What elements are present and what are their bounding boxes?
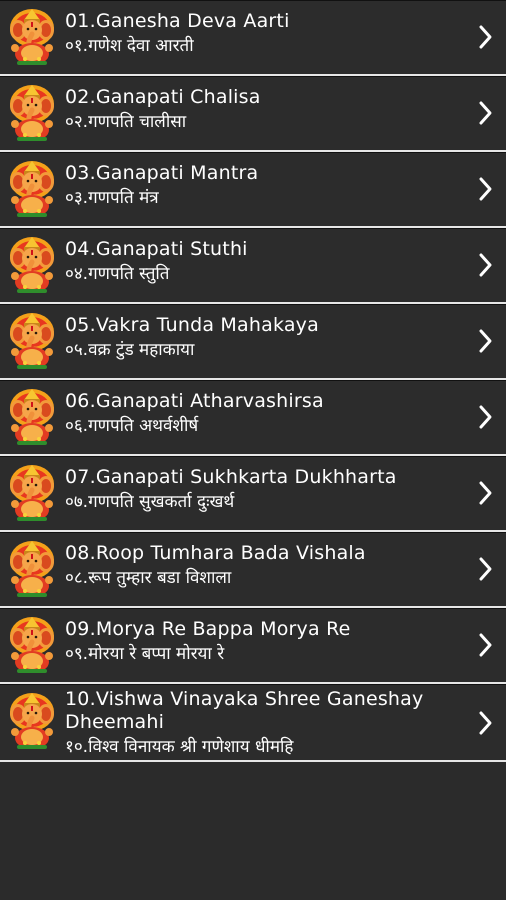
item-texts: 07.Ganapati Sukhkarta Dukhharta ०७.गणपति…	[65, 466, 466, 513]
list-item-4[interactable]: 04.Ganapati Stuthi ०४.गणपति स्तुति	[0, 228, 506, 304]
item-title: 02.Ganapati Chalisa	[65, 86, 261, 108]
item-title: 09.Morya Re Bappa Morya Re	[65, 618, 351, 640]
ganesha-icon	[7, 464, 57, 522]
song-list: 01.Ganesha Deva Aarti ०१.गणेश देवा आरती	[0, 0, 506, 762]
chevron-right-icon[interactable]	[478, 480, 494, 506]
ganesha-icon	[7, 692, 57, 750]
ganesha-icon	[7, 540, 57, 598]
list-item-6[interactable]: 06.Ganapati Atharvashirsa ०६.गणपति अथर्व…	[0, 380, 506, 456]
ganesha-icon	[7, 236, 57, 294]
item-subtitle: ०९.मोरया रे बप्पा मोरया रे	[65, 644, 225, 664]
list-item-5[interactable]: 05.Vakra Tunda Mahakaya ०५.वक्र टुंड महा…	[0, 304, 506, 380]
item-title: 07.Ganapati Sukhkarta Dukhharta	[65, 466, 397, 488]
item-texts: 09.Morya Re Bappa Morya Re ०९.मोरया रे ब…	[65, 618, 466, 665]
item-subtitle: १०.विश्व विनायक श्री गणेशाय धीमहि	[65, 737, 294, 757]
list-item-7[interactable]: 07.Ganapati Sukhkarta Dukhharta ०७.गणपति…	[0, 456, 506, 532]
item-texts: 05.Vakra Tunda Mahakaya ०५.वक्र टुंड महा…	[65, 314, 466, 361]
item-texts: 01.Ganesha Deva Aarti ०१.गणेश देवा आरती	[65, 10, 466, 57]
item-title: 10.Vishwa Vinayaka Shree Ganeshay Dheema…	[65, 688, 424, 733]
item-subtitle: ०६.गणपति अथर्वशीर्ष	[65, 416, 199, 436]
item-texts: 04.Ganapati Stuthi ०४.गणपति स्तुति	[65, 238, 466, 285]
item-title: 01.Ganesha Deva Aarti	[65, 10, 290, 32]
item-title: 04.Ganapati Stuthi	[65, 238, 248, 260]
chevron-right-icon[interactable]	[478, 632, 494, 658]
list-item-9[interactable]: 09.Morya Re Bappa Morya Re ०९.मोरया रे ब…	[0, 608, 506, 684]
list-item-10[interactable]: 10.Vishwa Vinayaka Shree Ganeshay Dheema…	[0, 684, 506, 762]
item-subtitle: ०३.गणपति मंत्र	[65, 188, 159, 208]
item-texts: 06.Ganapati Atharvashirsa ०६.गणपति अथर्व…	[65, 390, 466, 437]
chevron-right-icon[interactable]	[478, 176, 494, 202]
item-subtitle: ०१.गणेश देवा आरती	[65, 36, 194, 56]
ganesha-icon	[7, 616, 57, 674]
ganesha-icon	[7, 388, 57, 446]
chevron-right-icon[interactable]	[478, 710, 494, 736]
list-item-2[interactable]: 02.Ganapati Chalisa ०२.गणपति चालीसा	[0, 76, 506, 152]
chevron-right-icon[interactable]	[478, 24, 494, 50]
chevron-right-icon[interactable]	[478, 252, 494, 278]
list-item-3[interactable]: 03.Ganapati Mantra ०३.गणपति मंत्र	[0, 152, 506, 228]
item-subtitle: ०७.गणपति सुखकर्ता दुःखर्थ	[65, 492, 235, 512]
list-item-1[interactable]: 01.Ganesha Deva Aarti ०१.गणेश देवा आरती	[0, 0, 506, 76]
item-texts: 02.Ganapati Chalisa ०२.गणपति चालीसा	[65, 86, 466, 133]
chevron-right-icon[interactable]	[478, 556, 494, 582]
item-title: 06.Ganapati Atharvashirsa	[65, 390, 324, 412]
ganesha-icon	[7, 160, 57, 218]
ganesha-icon	[7, 8, 57, 66]
item-texts: 10.Vishwa Vinayaka Shree Ganeshay Dheema…	[65, 688, 466, 758]
item-title: 05.Vakra Tunda Mahakaya	[65, 314, 319, 336]
item-title: 03.Ganapati Mantra	[65, 162, 259, 184]
item-subtitle: ०४.गणपति स्तुति	[65, 264, 170, 284]
item-texts: 03.Ganapati Mantra ०३.गणपति मंत्र	[65, 162, 466, 209]
item-texts: 08.Roop Tumhara Bada Vishala ०८.रूप तुम्…	[65, 542, 466, 589]
item-subtitle: ०८.रूप तुम्हार बडा विशाला	[65, 568, 232, 588]
item-title: 08.Roop Tumhara Bada Vishala	[65, 542, 366, 564]
chevron-right-icon[interactable]	[478, 328, 494, 354]
ganesha-icon	[7, 84, 57, 142]
ganesha-icon	[7, 312, 57, 370]
item-subtitle: ०२.गणपति चालीसा	[65, 112, 187, 132]
item-subtitle: ०५.वक्र टुंड महाकाया	[65, 340, 195, 360]
chevron-right-icon[interactable]	[478, 100, 494, 126]
list-item-8[interactable]: 08.Roop Tumhara Bada Vishala ०८.रूप तुम्…	[0, 532, 506, 608]
chevron-right-icon[interactable]	[478, 404, 494, 430]
